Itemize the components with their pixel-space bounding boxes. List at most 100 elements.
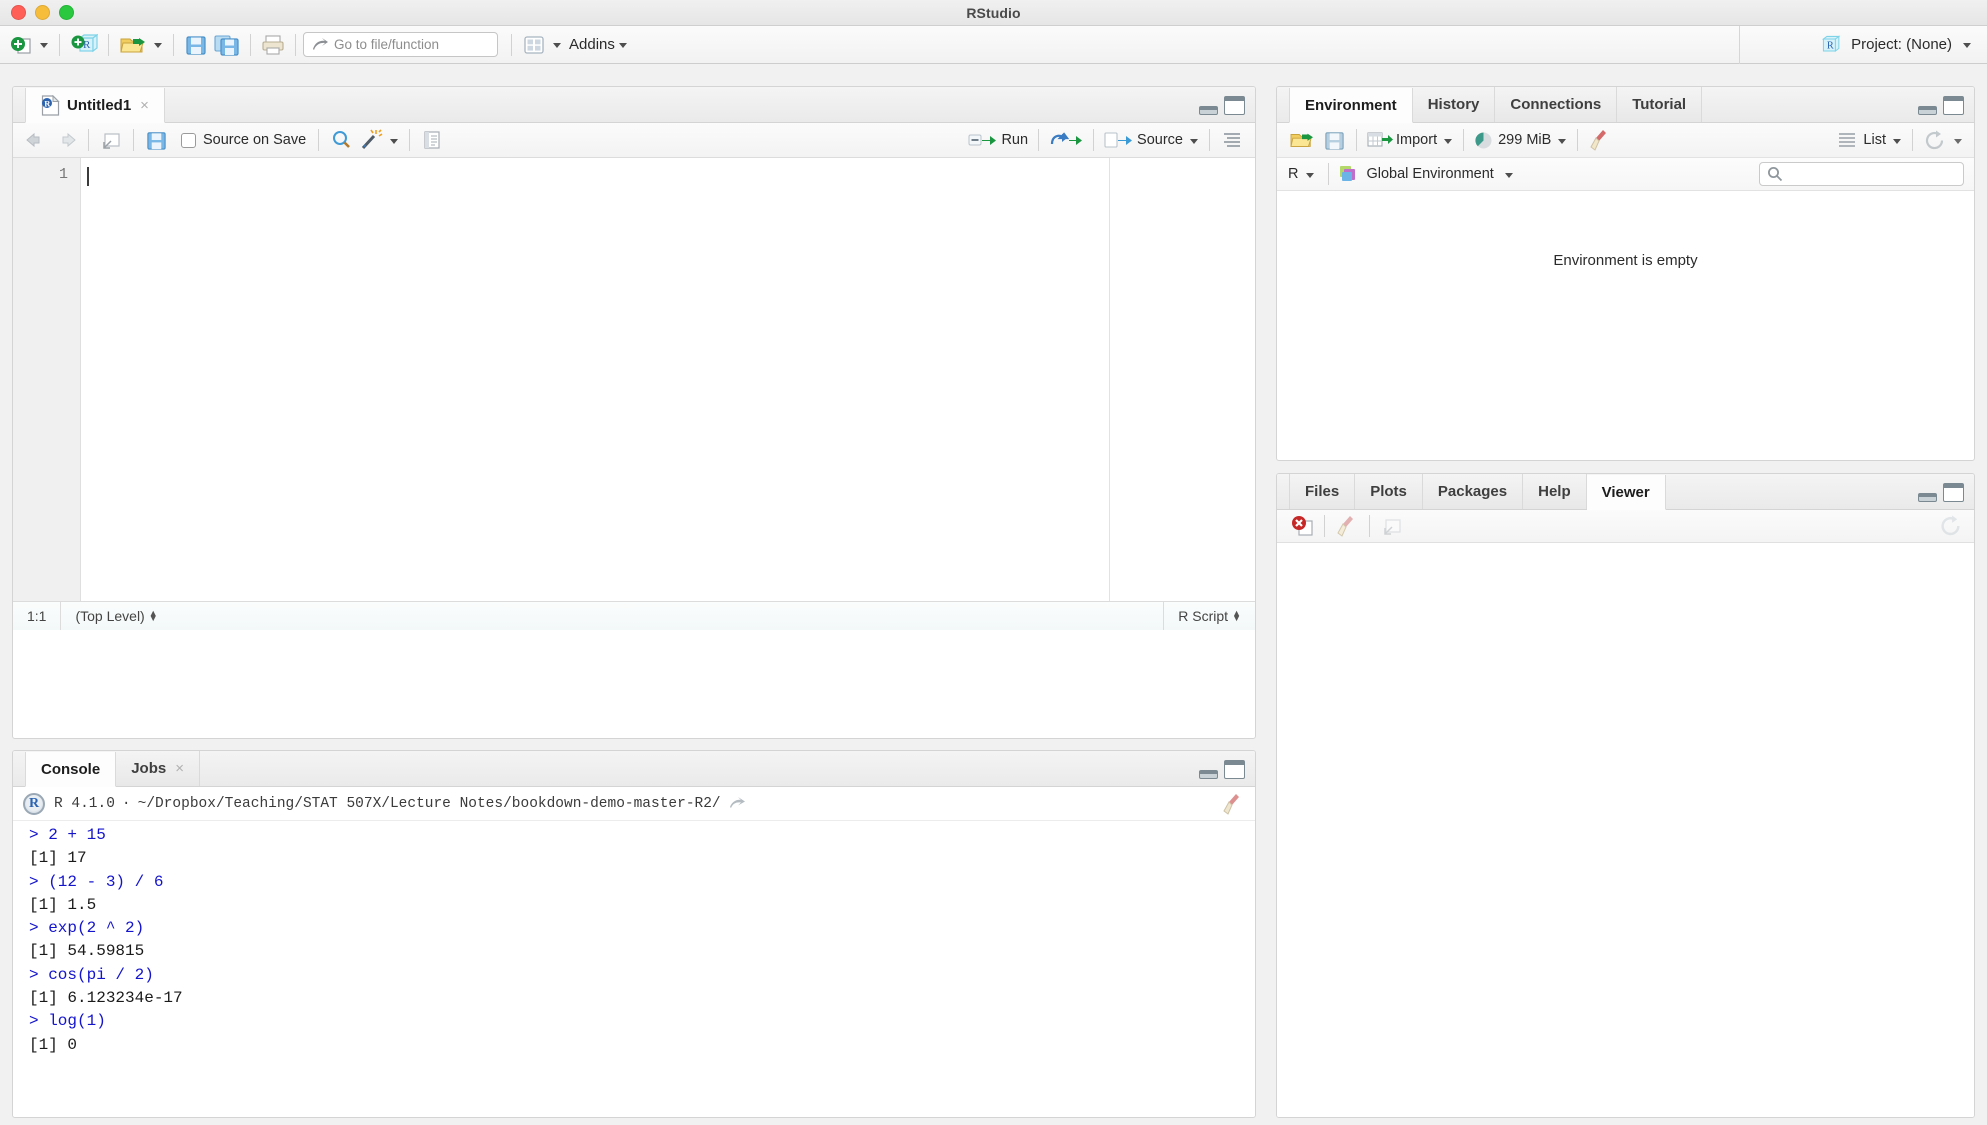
toolbar-divider (511, 33, 512, 56)
addins-dropdown-caret[interactable] (618, 43, 627, 48)
import-dataset-button[interactable]: Import (1364, 125, 1440, 155)
new-project-button[interactable]: R (67, 30, 101, 60)
tab-jobs-label: Jobs (131, 760, 167, 777)
view-mode-button[interactable]: List (1834, 125, 1889, 155)
tab-connections[interactable]: Connections (1495, 87, 1618, 122)
environment-selector[interactable]: Global Environment (1336, 159, 1519, 189)
load-workspace-button[interactable] (1285, 125, 1319, 155)
clear-console-button[interactable] (1223, 793, 1243, 815)
tab-environment[interactable]: Environment (1289, 88, 1413, 123)
source-dropdown-caret[interactable] (1190, 138, 1198, 144)
run-arrow-icon (968, 134, 997, 146)
addins-button[interactable]: Addins (569, 36, 615, 53)
new-file-dropdown-caret[interactable] (40, 43, 48, 48)
code-tools-wand-icon (362, 129, 383, 150)
tab-files[interactable]: Files (1289, 474, 1356, 509)
memory-dropdown-caret[interactable] (1558, 138, 1567, 144)
minimize-pane-icon[interactable] (1918, 493, 1937, 502)
open-file-dropdown-caret[interactable] (154, 43, 162, 48)
code-tools-button[interactable] (356, 125, 386, 155)
editor-status-bar: 1:1 (Top Level) ▲ ▼ R Script ▲ ▼ (13, 601, 1255, 630)
open-file-button[interactable] (116, 30, 150, 60)
toolbar-divider (318, 129, 320, 151)
memory-usage-button[interactable]: 299 MiB (1471, 125, 1554, 155)
print-button[interactable] (258, 30, 288, 60)
tab-history[interactable]: History (1412, 87, 1496, 122)
pane-layout-button[interactable] (519, 30, 549, 60)
viewer-stop-button[interactable] (1287, 511, 1317, 541)
project-dropdown-caret[interactable] (1963, 43, 1971, 48)
tab-console[interactable]: Console (25, 752, 117, 787)
tab-jobs-close-icon[interactable]: × (175, 760, 184, 777)
editor-forward-button[interactable] (51, 125, 81, 155)
tab-tutorial[interactable]: Tutorial (1617, 87, 1703, 122)
maximize-pane-icon[interactable] (1224, 760, 1245, 779)
goto-file-function-input[interactable]: Go to file/function (303, 32, 498, 57)
view-mode-dropdown-caret[interactable] (1893, 138, 1901, 144)
source-tab-close-icon[interactable]: × (140, 97, 149, 114)
minimize-pane-icon[interactable] (1199, 770, 1218, 779)
editor-code-area[interactable] (81, 158, 1255, 601)
tab-plots[interactable]: Plots (1355, 474, 1423, 509)
console-output[interactable]: > 2 + 15 [1] 17 > (12 - 3) / 6 [1] 1.5 >… (13, 821, 1255, 1116)
viewer-content[interactable] (1277, 543, 1974, 1117)
tab-viewer[interactable]: Viewer (1586, 475, 1666, 510)
import-label: Import (1396, 132, 1438, 148)
scope-selector[interactable]: (Top Level) ▲ ▼ (60, 602, 171, 630)
refresh-environment-button[interactable] (1920, 125, 1950, 155)
compile-notebook-icon (424, 131, 440, 149)
arrow-right-icon (62, 132, 76, 148)
save-all-button[interactable] (211, 30, 243, 60)
viewer-refresh-button[interactable] (1936, 511, 1966, 541)
new-file-button[interactable] (6, 30, 36, 60)
find-replace-button[interactable] (326, 125, 356, 155)
save-button[interactable] (181, 30, 211, 60)
environment-search-input[interactable] (1759, 162, 1964, 186)
tab-help-label: Help (1538, 483, 1571, 500)
environment-dropdown-caret[interactable] (1504, 172, 1513, 178)
console-line-output: [1] 17 (29, 849, 87, 868)
toolbar-divider (1577, 129, 1579, 151)
tab-jobs[interactable]: Jobs × (116, 751, 200, 786)
source-tab-untitled1[interactable]: R Untitled1 × (25, 88, 165, 123)
maximize-pane-icon[interactable] (1943, 96, 1964, 115)
scope-spinner-icon[interactable]: ▲ ▼ (149, 609, 158, 623)
refresh-dropdown-caret[interactable] (1954, 138, 1962, 144)
tab-help[interactable]: Help (1523, 474, 1587, 509)
save-workspace-button[interactable] (1319, 125, 1349, 155)
source-popout-button[interactable] (96, 125, 126, 155)
toolbar-divider (1324, 515, 1325, 537)
viewer-popout-button[interactable] (1377, 511, 1407, 541)
project-selector[interactable]: R Project: (None) (1820, 34, 1975, 56)
editor-canvas[interactable]: 1 (13, 158, 1255, 601)
viewer-pane-window-controls (1918, 483, 1964, 502)
viewer-clear-button[interactable] (1332, 511, 1362, 541)
code-tools-dropdown-caret[interactable] (390, 138, 399, 144)
language-selector[interactable]: R (1285, 159, 1321, 189)
view-in-pane-icon (729, 796, 745, 808)
source-button[interactable]: Source (1101, 125, 1186, 155)
rerun-button[interactable] (1046, 125, 1086, 155)
import-dropdown-caret[interactable] (1444, 138, 1453, 144)
editor-back-button[interactable] (21, 125, 51, 155)
source-on-save-checkbox[interactable]: Source on Save (181, 132, 306, 148)
toolbar-divider (409, 129, 411, 151)
language-dropdown-caret[interactable] (1306, 172, 1315, 178)
clear-objects-button[interactable] (1585, 125, 1615, 155)
minimize-pane-icon[interactable] (1918, 106, 1937, 115)
environment-pane: Environment History Connections Tutorial (1276, 86, 1975, 461)
compile-report-button[interactable] (417, 125, 447, 155)
file-type-spinner-icon[interactable]: ▲ ▼ (1232, 609, 1241, 623)
document-outline-button[interactable] (1217, 125, 1247, 155)
console-line-input: > 2 + 15 (29, 826, 106, 844)
file-type-selector[interactable]: R Script ▲ ▼ (1163, 602, 1255, 630)
run-button[interactable]: Run (965, 125, 1031, 155)
editor-save-button[interactable] (141, 125, 171, 155)
pane-layout-dropdown-caret[interactable] (553, 43, 561, 48)
checkbox-box[interactable] (181, 132, 196, 148)
console-popout-button[interactable] (729, 796, 747, 811)
maximize-pane-icon[interactable] (1224, 96, 1245, 115)
tab-packages[interactable]: Packages (1422, 474, 1524, 509)
maximize-pane-icon[interactable] (1943, 483, 1964, 502)
minimize-pane-icon[interactable] (1199, 106, 1218, 115)
